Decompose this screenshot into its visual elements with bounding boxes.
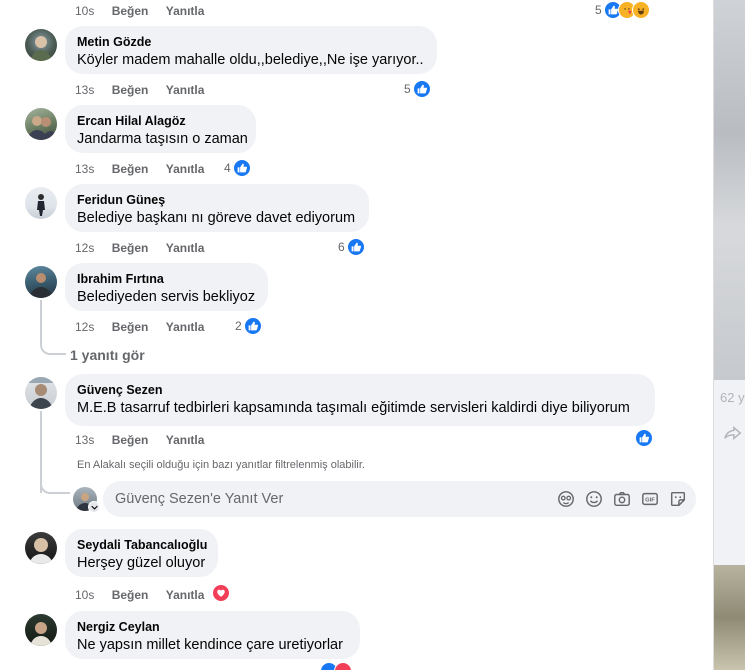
like-button[interactable]: Beğen [112,83,149,97]
comment-text: Belediyeden servis bekliyoz [77,289,256,305]
reply-button[interactable]: Yanıtla [166,162,205,176]
reaction-summary[interactable]: 4 [224,159,251,177]
sticker-icon[interactable] [669,490,687,508]
like-button[interactable]: Beğen [112,241,149,255]
background-post: 62 y [713,0,745,670]
commenter-name[interactable]: Ibrahim Fırtına [77,271,256,287]
like-reaction-icon [635,429,653,447]
comment-time[interactable]: 13s [75,433,94,447]
reaction-count: 2 [235,319,242,333]
reaction-summary[interactable]: 5 [404,80,431,98]
comment-bubble: Güvenç Sezen M.E.B tasarruf tedbirleri k… [65,374,655,426]
comment-text: Köyler madem mahalle oldu,,belediye,,Ne … [77,52,424,68]
comment-time[interactable]: 13s [75,162,94,176]
like-reaction-icon [232,159,251,177]
post-photo [714,565,745,670]
reaction-count: 5 [404,82,411,96]
heart-reaction-icon [212,584,230,602]
comment-time[interactable]: 13s [75,83,94,97]
gif-icon[interactable]: GIF [641,490,659,508]
comment-bubble: Metin Gözde Köyler madem mahalle oldu,,b… [65,26,437,74]
comment-text: Jandarma taşısın o zaman [77,131,248,147]
reply-button[interactable]: Yanıtla [166,241,205,255]
like-reaction-icon [243,317,262,335]
commenter-name[interactable]: Metin Gözde [77,34,425,50]
comment-text: M.E.B tasarruf tedbirleri kapsamında taş… [77,400,630,416]
svg-text:GIF: GIF [645,498,655,504]
avatar[interactable] [25,532,57,564]
comment-bubble: Feridun Güneş Belediye başkanı nı göreve… [65,184,369,232]
like-button[interactable]: Beğen [112,588,149,602]
haha-reaction-icon [631,1,650,19]
avatar-sticker-icon[interactable] [557,490,575,508]
reaction-summary[interactable] [212,584,230,602]
avatar[interactable] [25,187,57,219]
post-comment-count: 62 y [720,390,745,405]
like-button[interactable]: Beğen [112,162,149,176]
camera-icon[interactable] [613,490,631,508]
share-icon[interactable] [724,424,742,442]
reaction-summary[interactable] [635,429,653,447]
comment-bubble: Ibrahim Fırtına Belediyeden servis bekli… [65,263,268,311]
like-reaction-icon [412,80,431,98]
reaction-summary[interactable]: 2 [235,317,262,335]
reply-button[interactable]: Yanıtla [166,320,205,334]
reaction-count: 4 [224,161,231,175]
reply-composer[interactable]: Güvenç Sezen'e Yanıt Ver GIF [103,481,696,517]
commenter-name[interactable]: Güvenç Sezen [77,382,643,398]
avatar[interactable] [25,377,57,409]
avatar[interactable] [25,108,57,140]
comment-actions: 13s Beğen Yanıtla [75,83,218,97]
avatar[interactable] [25,266,57,298]
comment-actions: 12s Beğen Yanıtla [75,241,218,255]
commenter-name[interactable]: Seydali Tabancalıoğlu [77,537,207,553]
heart-reaction-icon [334,662,352,670]
comment-bubble: Nergiz Ceylan Ne yapsın millet kendince … [65,611,360,659]
comment-text: Herşey güzel oluyor [77,555,206,571]
filter-note: En Alakalı seçili olduğu için bazı yanıt… [77,459,365,471]
reaction-count: 5 [595,3,602,17]
chevron-down-icon[interactable] [88,501,100,513]
comment-bubble: Ercan Hilal Alagöz Jandarma taşısın o za… [65,105,256,153]
thread-connector [40,300,66,355]
comment-actions: 13s Beğen Yanıtla [75,433,218,447]
reaction-summary[interactable]: 6 [338,238,365,256]
comment-actions: 10s Beğen Yanıtla [75,4,218,18]
comment-time[interactable]: 12s [75,241,94,255]
reply-input[interactable]: Güvenç Sezen'e Yanıt Ver [115,491,283,507]
comment-time[interactable]: 12s [75,320,94,334]
comment-time[interactable]: 10s [75,588,94,602]
reply-button[interactable]: Yanıtla [166,83,205,97]
avatar[interactable] [25,29,57,61]
reaction-count: 6 [338,240,345,254]
commenter-name[interactable]: Nergiz Ceylan [77,619,348,635]
commenter-name[interactable]: Feridun Güneş [77,192,357,208]
reaction-summary[interactable] [320,662,352,670]
comment-actions: 13s Beğen Yanıtla [75,162,218,176]
emoji-icon[interactable] [585,490,603,508]
avatar[interactable] [25,614,57,646]
comment-text: Belediye başkanı nı göreve davet ediyoru… [77,210,356,226]
comments-panel: 10s Beğen Yanıtla 5 Metin Gözde Köyler m… [13,0,713,670]
like-button[interactable]: Beğen [112,433,149,447]
comment-time[interactable]: 10s [75,4,94,18]
comment-actions: 12s Beğen Yanıtla [75,320,218,334]
reply-button[interactable]: Yanıtla [166,4,205,18]
like-reaction-icon [346,238,365,256]
like-button[interactable]: Beğen [112,4,149,18]
comment-text: Ne yapsın millet kendince çare uretiyorl… [77,637,343,653]
thread-connector [40,480,70,494]
comment-bubble: Seydali Tabancalıoğlu Herşey güzel oluyo… [65,529,218,577]
comment-actions: 10s Beğen Yanıtla [75,588,218,602]
like-button[interactable]: Beğen [112,320,149,334]
reaction-summary[interactable]: 5 [595,1,650,19]
view-replies-link[interactable]: 1 yanıtı gör [70,347,145,363]
commenter-name[interactable]: Ercan Hilal Alagöz [77,113,244,129]
reply-button[interactable]: Yanıtla [166,588,205,602]
reply-button[interactable]: Yanıtla [166,433,205,447]
post-photo [714,0,745,380]
